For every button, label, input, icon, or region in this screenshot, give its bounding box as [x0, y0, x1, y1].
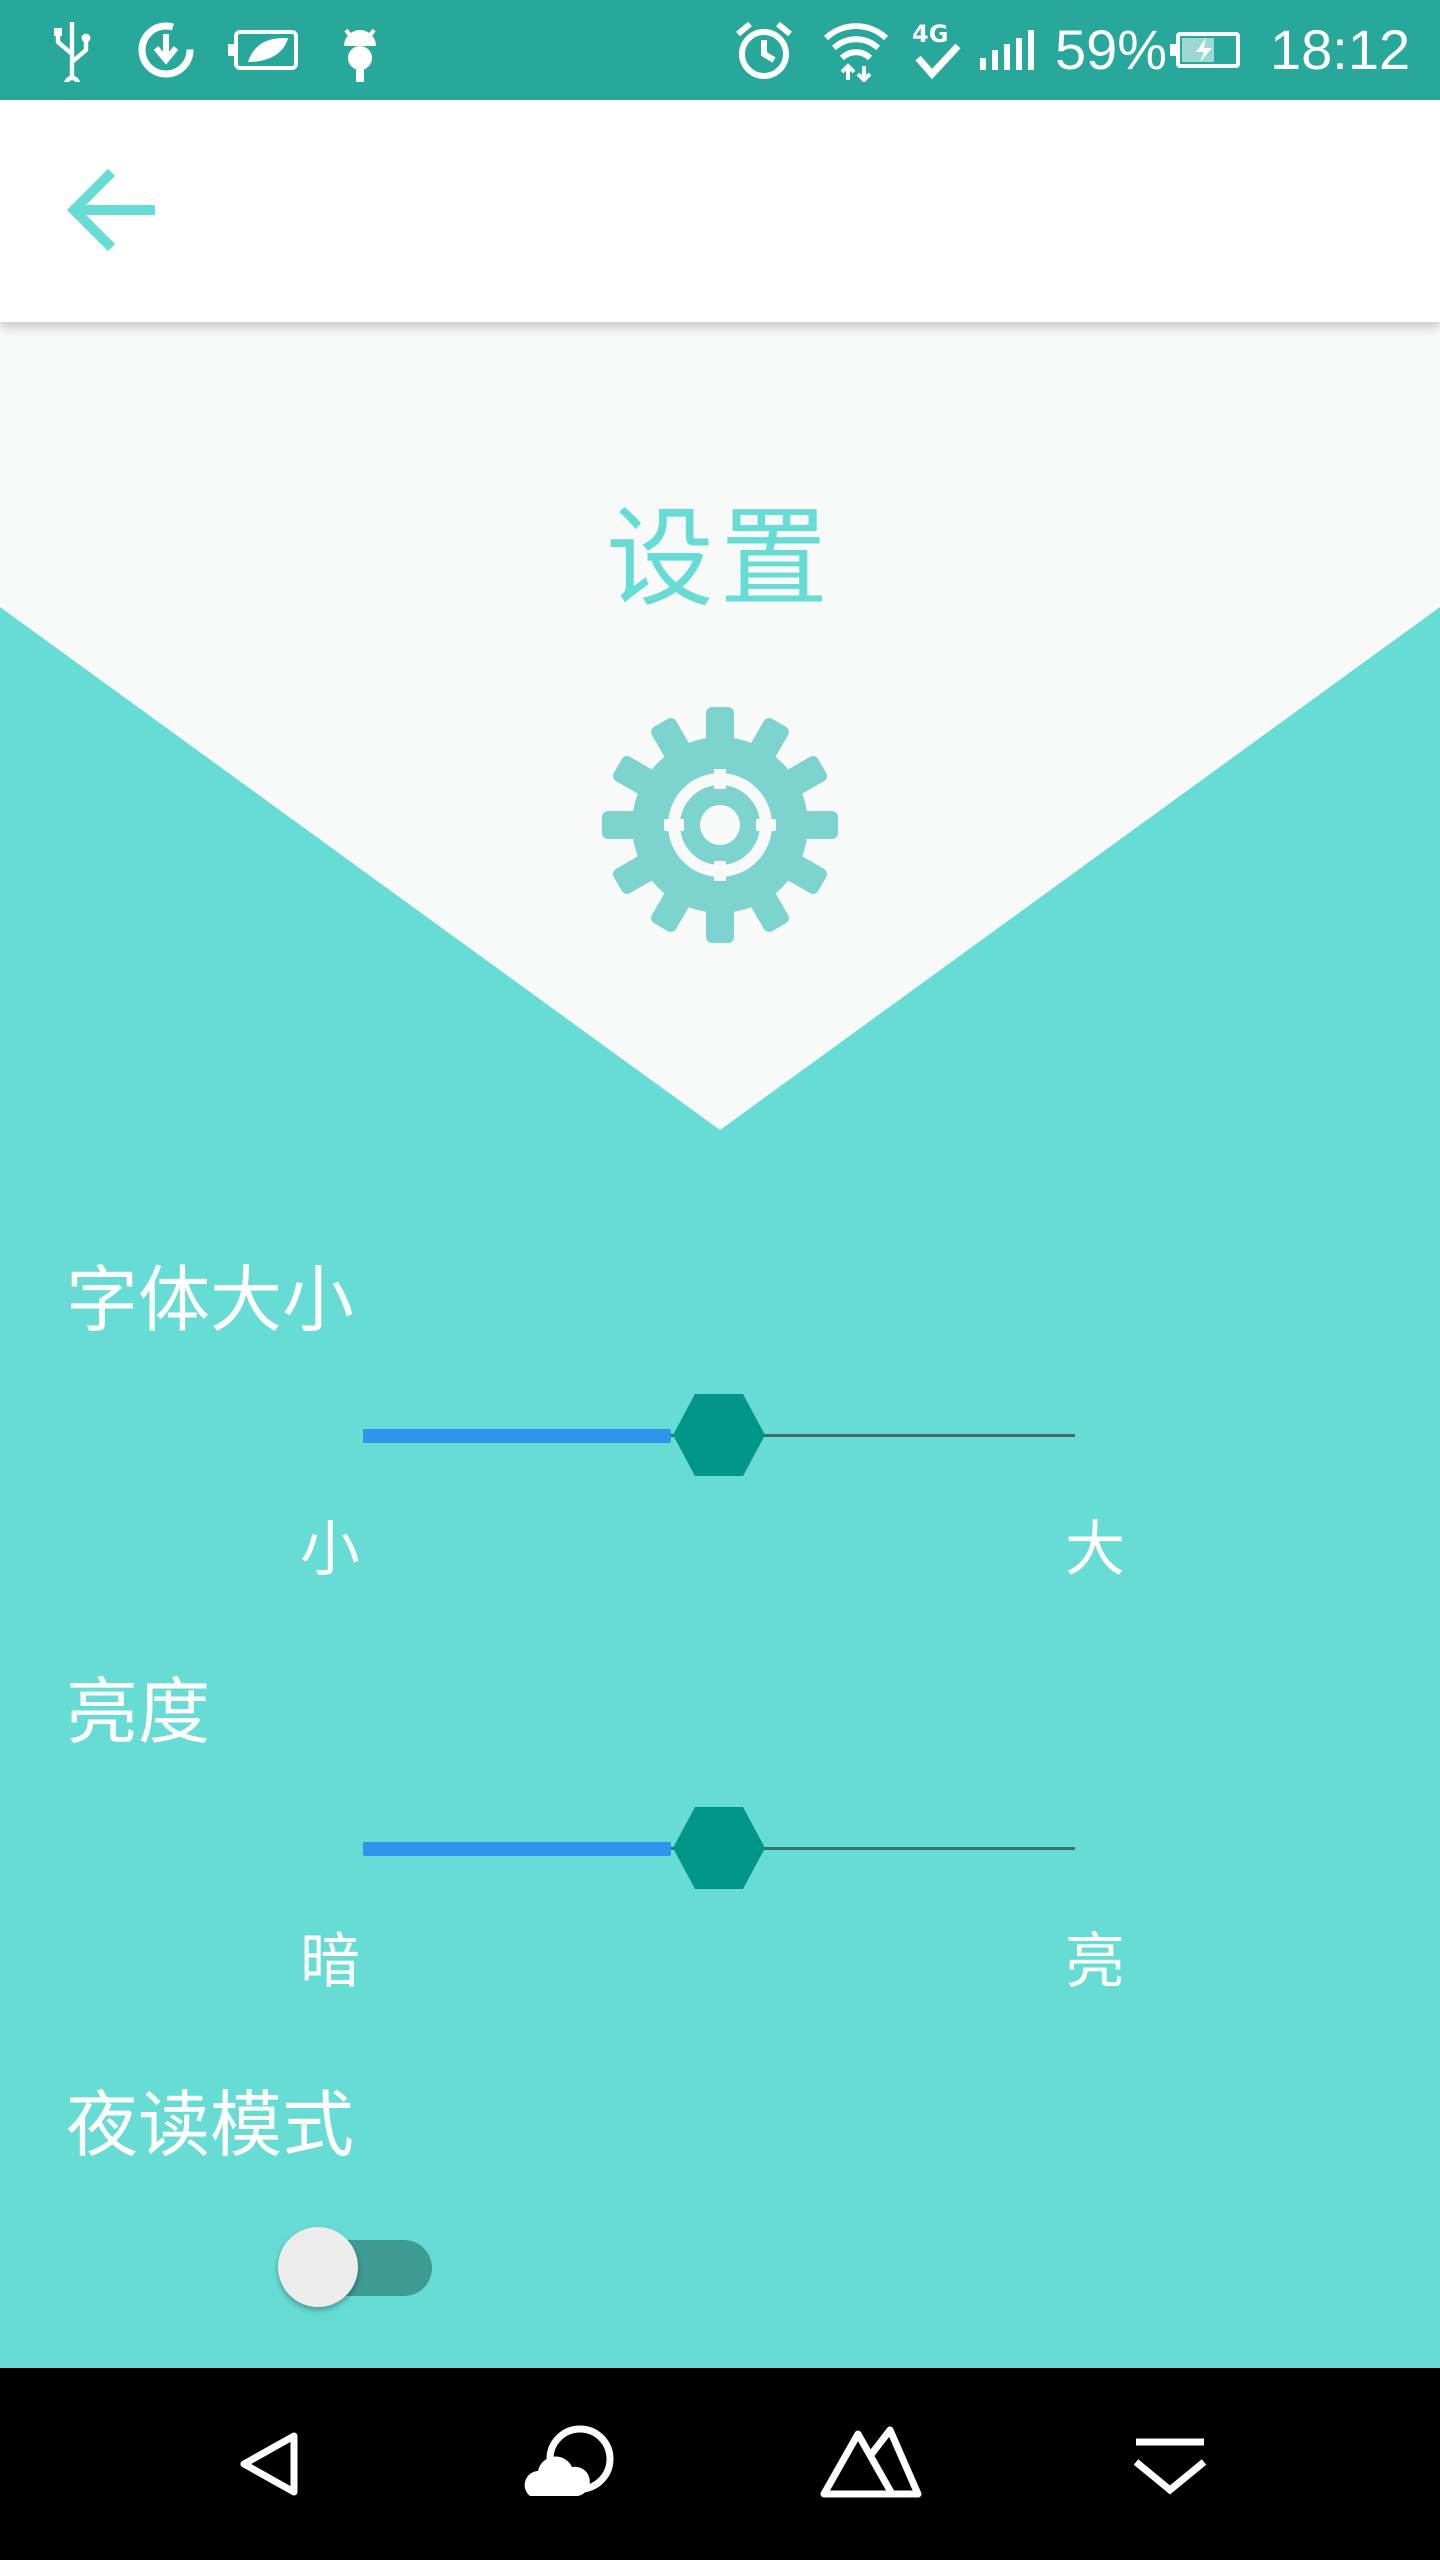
back-button[interactable] — [60, 160, 160, 260]
arrow-left-icon — [66, 168, 155, 252]
slider-fill — [363, 1842, 671, 1856]
font-size-slider[interactable] — [363, 1390, 1075, 1480]
night-mode-label: 夜读模式 — [66, 2083, 355, 2167]
back-triangle-icon[interactable] — [210, 2404, 330, 2524]
page-title: 设置 — [605, 497, 834, 622]
battery-percent: 59% — [1055, 18, 1168, 81]
font-size-label: 字体大小 — [66, 1258, 355, 1342]
toolbar — [0, 100, 1440, 322]
dropdown-icon[interactable] — [1110, 2404, 1230, 2524]
battery-charging-icon — [1170, 18, 1240, 82]
sync-icon — [134, 18, 198, 82]
switch-thumb[interactable] — [278, 2227, 358, 2307]
svg-text:4G: 4G — [912, 20, 948, 48]
slider-thumb[interactable] — [671, 1392, 767, 1478]
network-4g-icon: 4G — [910, 18, 962, 82]
brightness-label: 亮度 — [66, 1670, 211, 1754]
android-icon — [334, 18, 386, 82]
gear-icon — [602, 707, 838, 943]
cloud-icon[interactable] — [510, 2404, 630, 2524]
wifi-icon — [822, 18, 890, 82]
clock: 18:12 — [1270, 18, 1411, 81]
font-size-min-label: 小 — [300, 1515, 360, 1585]
navigation-bar — [0, 2368, 1440, 2560]
brightness-min-label: 暗 — [300, 1927, 360, 1997]
slider-fill — [363, 1429, 671, 1443]
alarm-icon — [732, 18, 796, 82]
font-size-max-label: 大 — [1065, 1515, 1125, 1585]
status-bar: 4G 59% 18:12 — [0, 0, 1440, 100]
brightness-slider[interactable] — [363, 1803, 1075, 1893]
brightness-max-label: 亮 — [1065, 1927, 1125, 1997]
usb-icon — [48, 18, 96, 82]
slider-thumb[interactable] — [671, 1805, 767, 1891]
battery-saver-icon — [228, 18, 300, 82]
signal-icon — [980, 18, 1036, 82]
mountain-icon[interactable] — [810, 2404, 930, 2524]
